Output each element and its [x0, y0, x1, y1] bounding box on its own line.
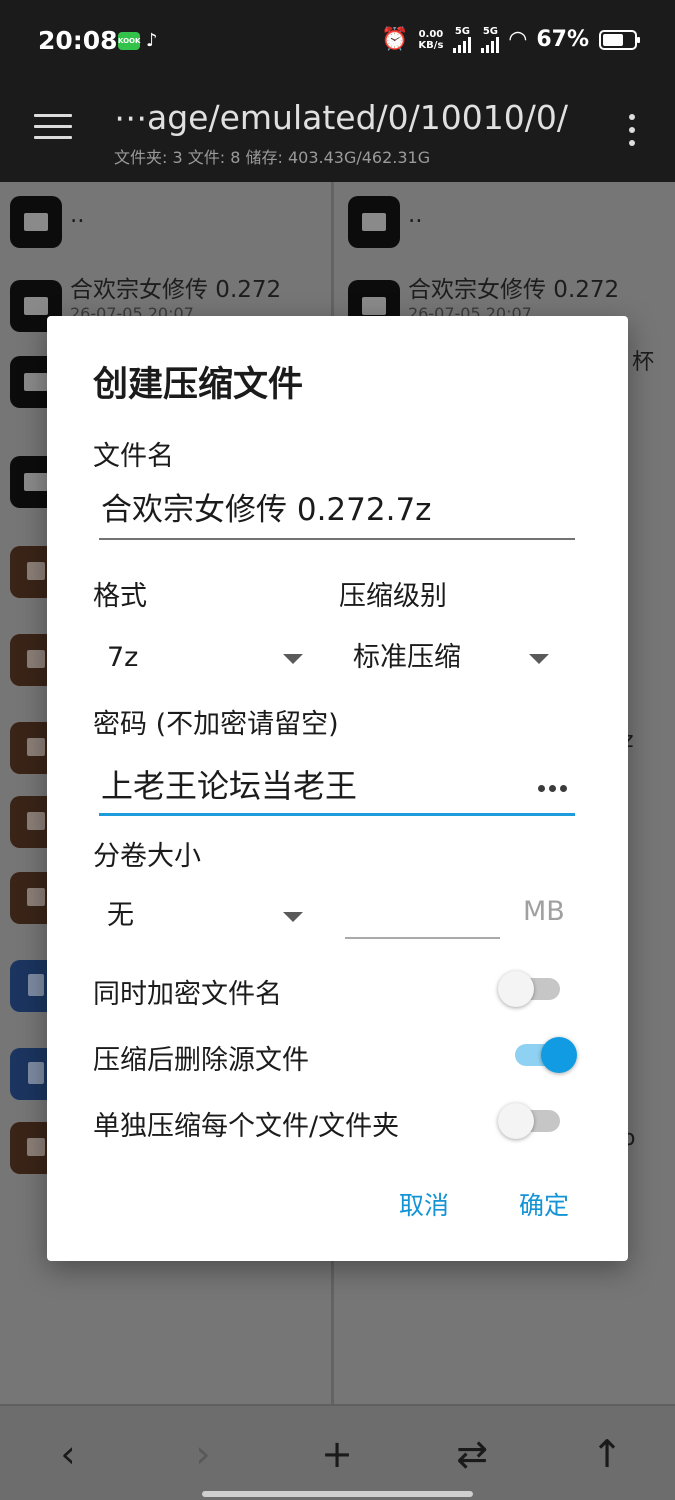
cancel-button[interactable]: 取消	[399, 1186, 449, 1222]
format-value: 7z	[107, 642, 139, 673]
chevron-down-icon	[283, 654, 303, 664]
up-icon[interactable]: ↑	[582, 1432, 632, 1476]
chevron-down-icon	[283, 912, 303, 922]
ok-button[interactable]: 确定	[519, 1186, 569, 1222]
chevron-down-icon	[529, 654, 549, 664]
encrypt-filenames-label: 同时加密文件名	[93, 979, 282, 1010]
list-item[interactable]: ..	[0, 186, 331, 272]
file-name: 合欢宗女修传 0.272	[70, 277, 282, 303]
battery-fill	[603, 33, 623, 46]
tiktok-icon: ♪	[146, 30, 158, 51]
status-bar: 20:08 KOOK ♪ ⏰ 0.00 KB/s 5G 5G ◠ 67%	[0, 0, 675, 84]
password-value: 上老王论坛当老王	[101, 767, 358, 805]
dialog-title: 创建压缩文件	[93, 365, 304, 405]
file-name: 合欢宗女修传 0.272	[408, 277, 620, 303]
delete-source-toggle[interactable]	[511, 1032, 577, 1076]
volume-size-select[interactable]: 无	[107, 896, 303, 936]
volume-size-unit: MB	[523, 896, 565, 927]
separate-archives-toggle[interactable]	[498, 1098, 564, 1142]
signal-label: 5G	[454, 26, 470, 37]
format-select[interactable]: 7z	[107, 638, 303, 678]
net-speed-value: 0.00	[418, 28, 444, 40]
battery-percent: 67%	[536, 27, 589, 52]
bottom-toolbar: ‹ › + ⇄ ↑	[0, 1404, 675, 1500]
toggle-thumb	[541, 1037, 577, 1073]
alarm-icon: ⏰	[381, 27, 409, 52]
folder-icon	[348, 196, 400, 248]
swap-icon[interactable]: ⇄	[447, 1432, 497, 1476]
signal-icon: 5G	[481, 26, 500, 53]
app-notification-icon: KOOK	[118, 32, 140, 50]
signal-label: 5G	[482, 26, 498, 37]
net-speed-unit: KB/s	[418, 39, 444, 51]
file-name: ..	[70, 202, 85, 228]
filename-input[interactable]: 合欢宗女修传 0.272.7z	[99, 486, 575, 540]
storage-stats: 文件夹: 3 文件: 8 储存: 403.43G/462.31G	[114, 148, 431, 167]
app-bar: ⋯age/emulated/0/10010/0/ 文件夹: 3 文件: 8 储存…	[0, 84, 675, 182]
compression-level-select[interactable]: 标准压缩	[353, 638, 549, 678]
add-icon[interactable]: +	[312, 1432, 362, 1476]
separate-archives-label: 单独压缩每个文件/文件夹	[93, 1111, 400, 1142]
menu-icon[interactable]	[34, 114, 72, 144]
compression-level-label: 压缩级别	[339, 581, 447, 612]
path-title: ⋯age/emulated/0/10010/0/	[114, 98, 568, 137]
forward-icon[interactable]: ›	[178, 1432, 228, 1476]
volume-size-value: 无	[107, 900, 134, 931]
format-label: 格式	[93, 581, 147, 612]
password-input[interactable]: 上老王论坛当老王	[99, 761, 575, 816]
file-name-fragment: 杯	[632, 350, 655, 375]
net-speed: 0.00 KB/s	[418, 29, 443, 51]
delete-source-label: 压缩后删除源文件	[93, 1045, 309, 1076]
wifi-icon: ◠	[509, 27, 527, 52]
list-item[interactable]: ..	[338, 186, 675, 272]
password-label: 密码 (不加密请留空)	[93, 709, 339, 740]
create-archive-dialog: 创建压缩文件 文件名 合欢宗女修传 0.272.7z 格式 压缩级别 7z 标准…	[47, 316, 628, 1261]
more-options-icon[interactable]	[629, 114, 637, 153]
folder-icon	[10, 196, 62, 248]
compression-level-value: 标准压缩	[353, 642, 461, 673]
toggle-thumb	[498, 1103, 534, 1139]
show-password-icon[interactable]	[538, 785, 567, 792]
volume-size-input[interactable]	[345, 891, 500, 939]
status-right: ⏰ 0.00 KB/s 5G 5G ◠ 67%	[381, 26, 640, 53]
toggle-thumb	[498, 971, 534, 1007]
status-time: 20:08	[38, 26, 118, 55]
signal-icon: 5G	[453, 26, 472, 53]
encrypt-filenames-toggle[interactable]	[498, 966, 564, 1010]
file-name: ..	[408, 202, 423, 228]
back-icon[interactable]: ‹	[43, 1432, 93, 1476]
filename-label: 文件名	[93, 441, 174, 472]
volume-size-label: 分卷大小	[93, 841, 201, 872]
home-indicator[interactable]	[202, 1491, 473, 1497]
battery-icon	[599, 29, 640, 50]
